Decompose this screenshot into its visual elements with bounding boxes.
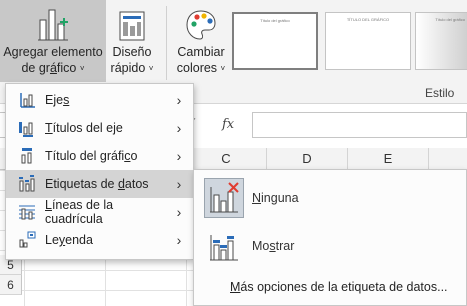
quick-layout-label-1: Diseño (112, 45, 152, 59)
chart-style-thumbnail-1[interactable]: Título del gráfico (232, 12, 318, 70)
submenu-item-label: Mostrar (252, 239, 295, 253)
chevron-down-icon: ˅ (220, 64, 226, 73)
menu-item-label: Leyenda (45, 233, 93, 247)
submenu-item-none[interactable]: Ninguna (194, 176, 466, 220)
chevron-right-icon: › (176, 232, 182, 248)
data-labels-submenu: Ninguna Mostrar Más opciones de la etiqu… (193, 169, 467, 306)
chevron-right-icon: › (176, 120, 182, 136)
chart-style-thumbnail-2[interactable]: TÍTULO DEL GRÁFICO (325, 12, 411, 70)
gallery-title: Título del gráfico (260, 18, 290, 23)
palette-icon (172, 0, 230, 44)
add-chart-element-label-2: de gráfico ˅ (21, 61, 85, 75)
quick-layout-icon (106, 0, 158, 44)
gallery-title: Título del gráfico (435, 17, 465, 22)
menu-item-gridlines[interactable]: Líneas de la cuadrícula › (6, 198, 193, 226)
change-colors-button[interactable]: Cambiar colores ˅ (172, 0, 230, 82)
submenu-item-show[interactable]: Mostrar (194, 224, 466, 268)
column-header-d[interactable]: D (267, 148, 348, 170)
menu-item-axes[interactable]: Ejes › (6, 86, 193, 114)
quick-layout-button[interactable]: Diseño rápido ˅ (106, 0, 158, 82)
chevron-down-icon: ˅ (148, 64, 154, 73)
column-header-c[interactable]: C (186, 148, 267, 170)
chevron-down-icon: ˅ (79, 64, 85, 73)
chart-styles-group-label: Estilo (425, 86, 455, 100)
add-chart-element-label-1: Agregar elemento (3, 45, 103, 59)
legend-icon (14, 230, 40, 250)
menu-item-label: Título del gráfico (45, 149, 138, 163)
menu-item-label: Ejes (45, 93, 70, 107)
submenu-item-label: Ninguna (252, 191, 299, 205)
menu-item-label: Líneas de la cuadrícula (45, 198, 114, 226)
column-header[interactable] (429, 148, 467, 170)
chart-title-icon (14, 146, 40, 166)
axes-icon (14, 90, 40, 110)
quick-layout-label-2: rápido ˅ (110, 61, 154, 75)
row-header-6[interactable]: 6 (0, 275, 22, 295)
gallery-title: TÍTULO DEL GRÁFICO (346, 17, 390, 22)
menu-item-axis-titles[interactable]: Títulos del eje › (6, 114, 193, 142)
column-header-e[interactable]: E (348, 148, 429, 170)
formula-input[interactable] (252, 112, 467, 138)
add-chart-element-menu: Ejes › Títulos del eje › Título del gráf… (5, 83, 194, 260)
chevron-right-icon: › (176, 92, 182, 108)
chevron-right-icon: › (176, 148, 182, 164)
chart-style-thumbnail-3[interactable]: Título del gráfico (415, 12, 467, 70)
menu-item-chart-title[interactable]: Título del gráfico › (6, 142, 193, 170)
menu-item-label: Etiquetas de datos (45, 177, 149, 191)
menu-item-label: Títulos del eje (45, 121, 123, 135)
more-data-label-options[interactable]: Más opciones de la etiqueta de datos... (230, 280, 448, 294)
data-labels-icon (14, 174, 40, 194)
change-colors-label-1: Cambiar (177, 45, 225, 59)
gridlines-icon (14, 202, 40, 222)
insert-function-icon[interactable]: fx (222, 117, 234, 132)
add-chart-element-icon (0, 0, 106, 44)
chevron-right-icon: › (176, 176, 182, 192)
axis-titles-icon (14, 118, 40, 138)
show-data-labels-icon (204, 226, 244, 266)
menu-item-legend[interactable]: Leyenda › (6, 226, 193, 254)
no-data-labels-icon (204, 178, 244, 218)
change-colors-label-2: colores ˅ (176, 61, 226, 75)
add-chart-element-button[interactable]: Agregar elemento de gráfico ˅ (0, 0, 106, 82)
menu-item-data-labels[interactable]: Etiquetas de datos › (6, 170, 193, 198)
chevron-right-icon: › (176, 204, 182, 220)
ribbon-separator (166, 6, 167, 80)
